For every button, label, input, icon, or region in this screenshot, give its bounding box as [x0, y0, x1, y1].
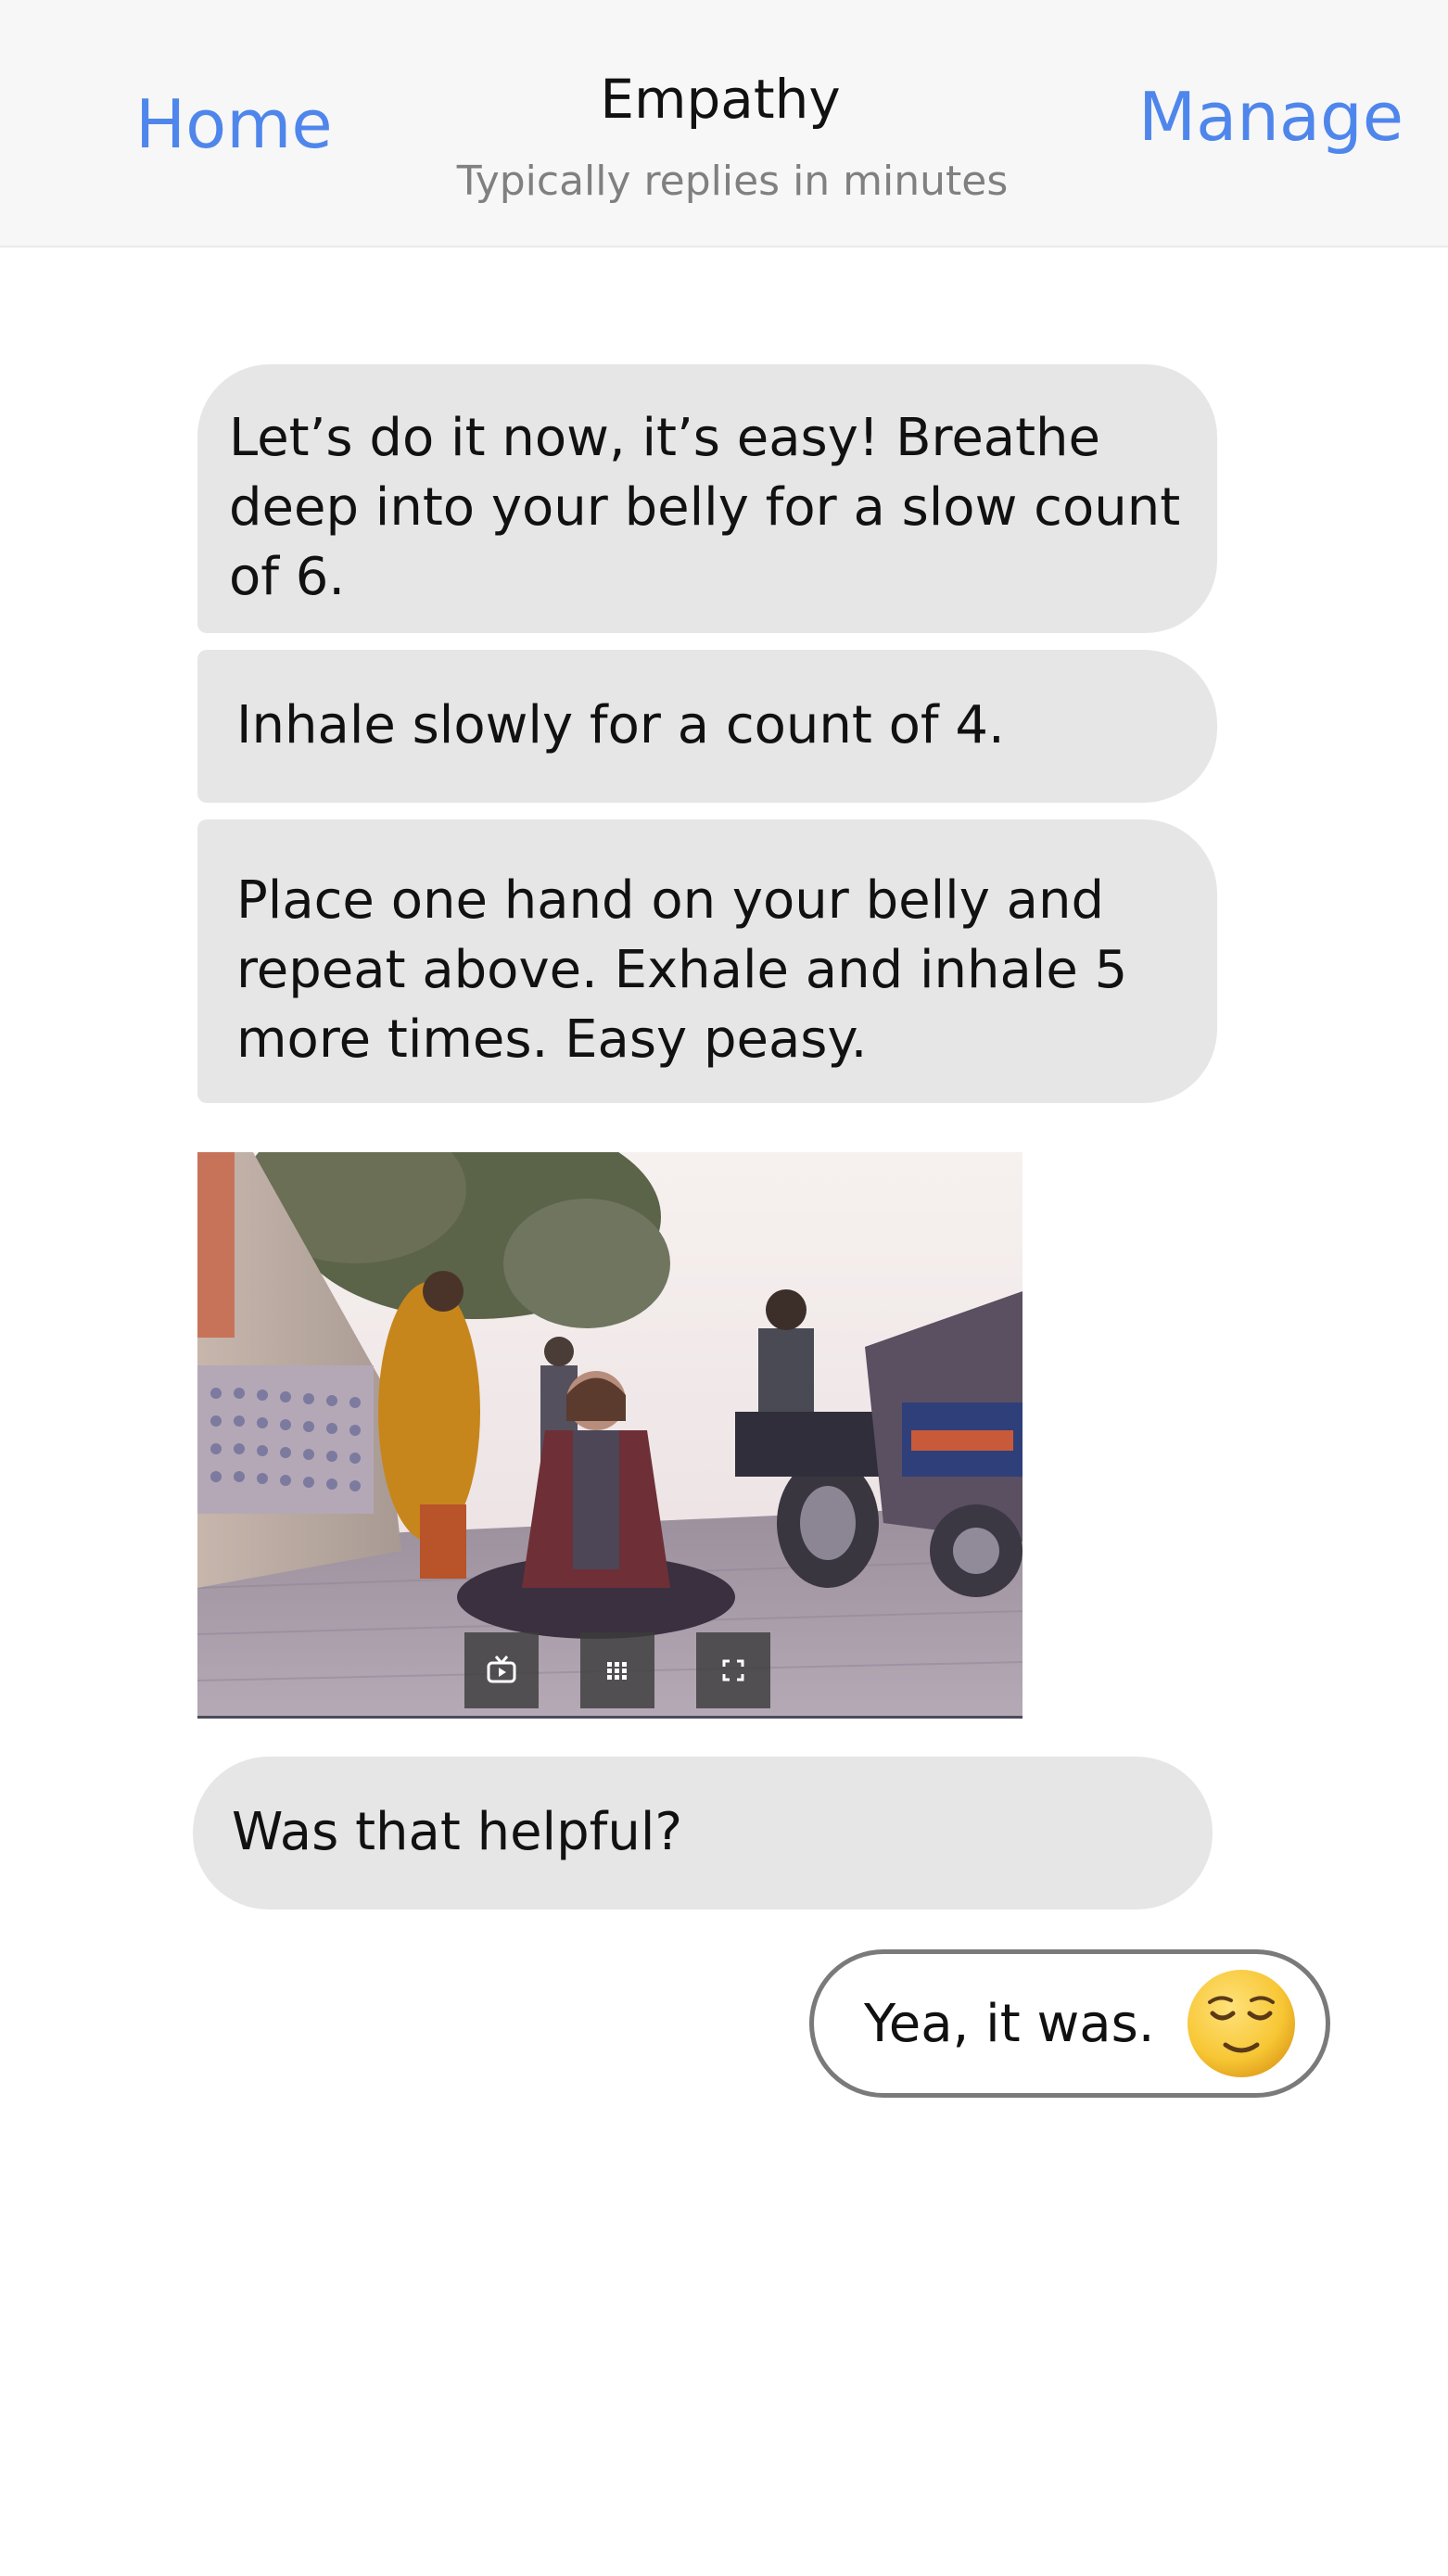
message-text: Inhale slowly for a count of 4.: [236, 695, 1005, 755]
bot-message: Inhale slowly for a count of 4.: [197, 650, 1217, 803]
message-text: Let’s do it now, it’s easy! Breathe deep…: [229, 408, 1181, 607]
tv-icon[interactable]: [464, 1632, 539, 1708]
grid-icon[interactable]: [580, 1632, 654, 1708]
meditation-photo-message[interactable]: [197, 1152, 1022, 1719]
meditation-photo: [197, 1152, 1022, 1716]
relieved-face-emoji: [1188, 1970, 1295, 2077]
message-text: Yea, it was.: [864, 1994, 1155, 2054]
manage-button[interactable]: Manage: [1138, 83, 1404, 150]
fullscreen-icon[interactable]: [696, 1632, 770, 1708]
bot-message: Was that helpful?: [193, 1757, 1213, 1910]
chat-screen: Home Empathy Typically replies in minute…: [0, 0, 1448, 2576]
bot-message: Let’s do it now, it’s easy! Breathe deep…: [197, 364, 1217, 633]
bot-message: Place one hand on your belly and repeat …: [197, 819, 1217, 1103]
chat-header: Home Empathy Typically replies in minute…: [0, 0, 1448, 247]
chat-title-text: Empathy: [600, 68, 841, 131]
message-text: Was that helpful?: [232, 1802, 683, 1862]
message-text: Place one hand on your belly and repeat …: [236, 870, 1128, 1070]
chat-subtitle: Typically replies in minutes: [456, 158, 1009, 205]
